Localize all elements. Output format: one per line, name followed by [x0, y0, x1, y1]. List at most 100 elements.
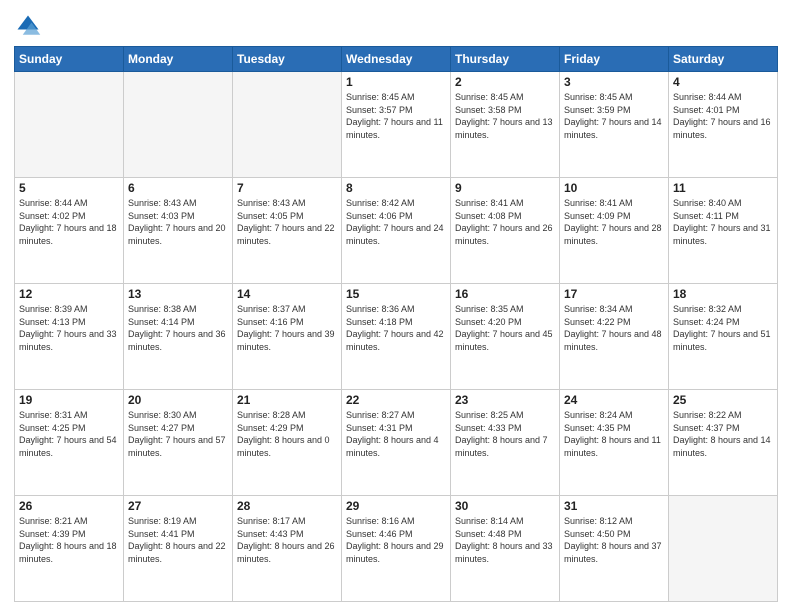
calendar-week-row: 19 Sunrise: 8:31 AM Sunset: 4:25 PM Dayli…	[15, 390, 778, 496]
calendar-cell: 9Sunrise: 8:41 AM Sunset: 4:08 PM Daylig…	[451, 178, 560, 284]
day-number: 25	[673, 393, 773, 407]
calendar-cell: 14 Sunrise: 8:37 AM Sunset: 4:16 PM Dayli…	[233, 284, 342, 390]
day-info: Sunrise: 8:45 AM Sunset: 3:57 PM Dayligh…	[346, 91, 446, 141]
day-number: 28	[237, 499, 337, 513]
calendar-cell: 27 Sunrise: 8:19 AM Sunset: 4:41 PM Dayli…	[124, 496, 233, 602]
calendar-cell: 31 Sunrise: 8:12 AM Sunset: 4:50 PM Dayli…	[560, 496, 669, 602]
day-number: 6	[128, 181, 228, 195]
calendar-cell: 30 Sunrise: 8:14 AM Sunset: 4:48 PM Dayli…	[451, 496, 560, 602]
day-number: 21	[237, 393, 337, 407]
calendar-cell: 29 Sunrise: 8:16 AM Sunset: 4:46 PM Dayli…	[342, 496, 451, 602]
calendar-header-row: Sunday Monday Tuesday Wednesday Thursday…	[15, 47, 778, 72]
calendar-cell: 11 Sunrise: 8:40 AM Sunset: 4:11 PM Dayli…	[669, 178, 778, 284]
logo-icon	[14, 12, 42, 40]
calendar-cell: 7 Sunrise: 8:43 AM Sunset: 4:05 PM Daylig…	[233, 178, 342, 284]
day-number: 5	[19, 181, 119, 195]
calendar-cell: 1Sunrise: 8:45 AM Sunset: 3:57 PM Daylig…	[342, 72, 451, 178]
logo	[14, 12, 46, 40]
calendar-cell: 2Sunrise: 8:45 AM Sunset: 3:58 PM Daylig…	[451, 72, 560, 178]
day-info: Sunrise: 8:17 AM Sunset: 4:43 PM Dayligh…	[237, 515, 337, 565]
day-info: Sunrise: 8:30 AM Sunset: 4:27 PM Dayligh…	[128, 409, 228, 459]
day-number: 4	[673, 75, 773, 89]
day-info: Sunrise: 8:28 AM Sunset: 4:29 PM Dayligh…	[237, 409, 337, 459]
day-number: 23	[455, 393, 555, 407]
calendar-cell: 4Sunrise: 8:44 AM Sunset: 4:01 PM Daylig…	[669, 72, 778, 178]
day-number: 11	[673, 181, 773, 195]
calendar-cell: 15 Sunrise: 8:36 AM Sunset: 4:18 PM Dayli…	[342, 284, 451, 390]
col-wednesday: Wednesday	[342, 47, 451, 72]
day-info: Sunrise: 8:36 AM Sunset: 4:18 PM Dayligh…	[346, 303, 446, 353]
day-number: 26	[19, 499, 119, 513]
day-info: Sunrise: 8:16 AM Sunset: 4:46 PM Dayligh…	[346, 515, 446, 565]
calendar-week-row: 5 Sunrise: 8:44 AM Sunset: 4:02 PM Daylig…	[15, 178, 778, 284]
calendar-cell: 25 Sunrise: 8:22 AM Sunset: 4:37 PM Dayli…	[669, 390, 778, 496]
day-info: Sunrise: 8:38 AM Sunset: 4:14 PM Dayligh…	[128, 303, 228, 353]
day-info: Sunrise: 8:43 AM Sunset: 4:05 PM Dayligh…	[237, 197, 337, 247]
day-info: Sunrise: 8:42 AM Sunset: 4:06 PM Dayligh…	[346, 197, 446, 247]
calendar-cell	[124, 72, 233, 178]
day-info: Sunrise: 8:31 AM Sunset: 4:25 PM Dayligh…	[19, 409, 119, 459]
day-number: 15	[346, 287, 446, 301]
day-info: Sunrise: 8:27 AM Sunset: 4:31 PM Dayligh…	[346, 409, 446, 459]
day-number: 12	[19, 287, 119, 301]
calendar-cell	[669, 496, 778, 602]
day-info: Sunrise: 8:12 AM Sunset: 4:50 PM Dayligh…	[564, 515, 664, 565]
day-info: Sunrise: 8:14 AM Sunset: 4:48 PM Dayligh…	[455, 515, 555, 565]
day-number: 31	[564, 499, 664, 513]
day-info: Sunrise: 8:43 AM Sunset: 4:03 PM Dayligh…	[128, 197, 228, 247]
day-info: Sunrise: 8:32 AM Sunset: 4:24 PM Dayligh…	[673, 303, 773, 353]
day-number: 17	[564, 287, 664, 301]
day-number: 29	[346, 499, 446, 513]
calendar-cell: 12 Sunrise: 8:39 AM Sunset: 4:13 PM Dayli…	[15, 284, 124, 390]
calendar-cell: 21 Sunrise: 8:28 AM Sunset: 4:29 PM Dayli…	[233, 390, 342, 496]
day-number: 10	[564, 181, 664, 195]
calendar-cell: 13 Sunrise: 8:38 AM Sunset: 4:14 PM Dayli…	[124, 284, 233, 390]
day-info: Sunrise: 8:24 AM Sunset: 4:35 PM Dayligh…	[564, 409, 664, 459]
day-number: 24	[564, 393, 664, 407]
day-info: Sunrise: 8:35 AM Sunset: 4:20 PM Dayligh…	[455, 303, 555, 353]
day-number: 19	[19, 393, 119, 407]
calendar-cell: 24 Sunrise: 8:24 AM Sunset: 4:35 PM Dayli…	[560, 390, 669, 496]
calendar-cell: 20Sunrise: 8:30 AM Sunset: 4:27 PM Dayli…	[124, 390, 233, 496]
day-number: 16	[455, 287, 555, 301]
day-info: Sunrise: 8:40 AM Sunset: 4:11 PM Dayligh…	[673, 197, 773, 247]
col-sunday: Sunday	[15, 47, 124, 72]
calendar-cell: 19 Sunrise: 8:31 AM Sunset: 4:25 PM Dayli…	[15, 390, 124, 496]
col-monday: Monday	[124, 47, 233, 72]
calendar-cell: 3 Sunrise: 8:45 AM Sunset: 3:59 PM Daylig…	[560, 72, 669, 178]
day-number: 7	[237, 181, 337, 195]
calendar-cell: 16 Sunrise: 8:35 AM Sunset: 4:20 PM Dayli…	[451, 284, 560, 390]
day-info: Sunrise: 8:45 AM Sunset: 3:59 PM Dayligh…	[564, 91, 664, 141]
col-friday: Friday	[560, 47, 669, 72]
day-number: 27	[128, 499, 228, 513]
day-info: Sunrise: 8:22 AM Sunset: 4:37 PM Dayligh…	[673, 409, 773, 459]
calendar-cell	[15, 72, 124, 178]
day-number: 14	[237, 287, 337, 301]
day-info: Sunrise: 8:37 AM Sunset: 4:16 PM Dayligh…	[237, 303, 337, 353]
calendar-week-row: 1Sunrise: 8:45 AM Sunset: 3:57 PM Daylig…	[15, 72, 778, 178]
day-info: Sunrise: 8:25 AM Sunset: 4:33 PM Dayligh…	[455, 409, 555, 459]
col-saturday: Saturday	[669, 47, 778, 72]
day-info: Sunrise: 8:44 AM Sunset: 4:02 PM Dayligh…	[19, 197, 119, 247]
col-tuesday: Tuesday	[233, 47, 342, 72]
col-thursday: Thursday	[451, 47, 560, 72]
calendar-cell: 17 Sunrise: 8:34 AM Sunset: 4:22 PM Dayli…	[560, 284, 669, 390]
day-number: 3	[564, 75, 664, 89]
calendar-cell: 5 Sunrise: 8:44 AM Sunset: 4:02 PM Daylig…	[15, 178, 124, 284]
calendar-week-row: 12 Sunrise: 8:39 AM Sunset: 4:13 PM Dayli…	[15, 284, 778, 390]
calendar-cell: 18 Sunrise: 8:32 AM Sunset: 4:24 PM Dayli…	[669, 284, 778, 390]
calendar-table: Sunday Monday Tuesday Wednesday Thursday…	[14, 46, 778, 602]
day-number: 8	[346, 181, 446, 195]
calendar-cell: 28 Sunrise: 8:17 AM Sunset: 4:43 PM Dayli…	[233, 496, 342, 602]
day-number: 9	[455, 181, 555, 195]
day-number: 18	[673, 287, 773, 301]
calendar-cell: 10Sunrise: 8:41 AM Sunset: 4:09 PM Dayli…	[560, 178, 669, 284]
day-number: 13	[128, 287, 228, 301]
day-info: Sunrise: 8:34 AM Sunset: 4:22 PM Dayligh…	[564, 303, 664, 353]
day-number: 30	[455, 499, 555, 513]
calendar-week-row: 26Sunrise: 8:21 AM Sunset: 4:39 PM Dayli…	[15, 496, 778, 602]
calendar-cell: 8 Sunrise: 8:42 AM Sunset: 4:06 PM Daylig…	[342, 178, 451, 284]
calendar-cell: 26Sunrise: 8:21 AM Sunset: 4:39 PM Dayli…	[15, 496, 124, 602]
day-info: Sunrise: 8:39 AM Sunset: 4:13 PM Dayligh…	[19, 303, 119, 353]
day-info: Sunrise: 8:19 AM Sunset: 4:41 PM Dayligh…	[128, 515, 228, 565]
